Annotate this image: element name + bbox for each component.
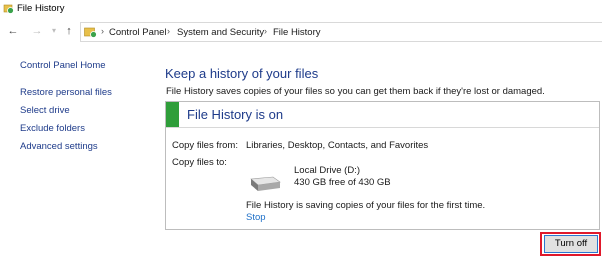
sidebar-item-control-panel-home[interactable]: Control Panel Home [20,60,106,71]
chevron-right-icon[interactable]: › [167,26,170,36]
chevron-right-icon[interactable]: › [264,26,267,36]
status-panel: File History is on Copy files from: Libr… [165,101,600,230]
drive-space: 430 GB free of 430 GB [294,177,391,188]
status-indicator [166,102,179,127]
address-bar[interactable]: › Control Panel › System and Security › … [80,22,602,42]
up-arrow-icon[interactable]: ↑ [62,24,76,38]
forward-arrow-icon[interactable]: → [30,24,44,38]
status-header: File History is on [166,102,599,128]
page-title: Keep a history of your files [165,66,319,81]
window-title: File History [17,3,65,14]
sidebar-item-exclude-folders[interactable]: Exclude folders [20,123,85,134]
turn-off-button[interactable]: Turn off [544,235,598,253]
saving-message: File History is saving copies of your fi… [246,200,486,211]
recent-locations-chevron-icon[interactable]: ▾ [47,24,61,38]
status-title: File History is on [187,107,284,122]
sidebar-item-select-drive[interactable]: Select drive [20,105,70,116]
stop-link[interactable]: Stop [246,212,266,223]
sidebar-item-advanced-settings[interactable]: Advanced settings [20,141,98,152]
page-description: File History saves copies of your files … [166,86,545,97]
back-arrow-icon[interactable]: ← [6,24,20,38]
navigation-bar: ← → ▾ ↑ › Control Panel › System and Sec… [0,22,602,42]
file-history-icon [3,4,14,14]
copy-to-label: Copy files to: [172,157,227,168]
drive-icon [250,176,281,191]
breadcrumb-system-and-security[interactable]: System and Security [177,27,264,38]
title-bar: File History [0,0,602,18]
chevron-right-icon[interactable]: › [101,26,104,36]
breadcrumb-file-history[interactable]: File History [273,27,321,38]
drive-name: Local Drive (D:) [294,165,360,176]
control-panel-icon [84,27,97,38]
copy-from-value: Libraries, Desktop, Contacts, and Favori… [246,140,429,151]
copy-from-label: Copy files from: [172,140,238,151]
breadcrumb-control-panel[interactable]: Control Panel [109,27,167,38]
sidebar-item-restore-personal-files[interactable]: Restore personal files [20,87,112,98]
